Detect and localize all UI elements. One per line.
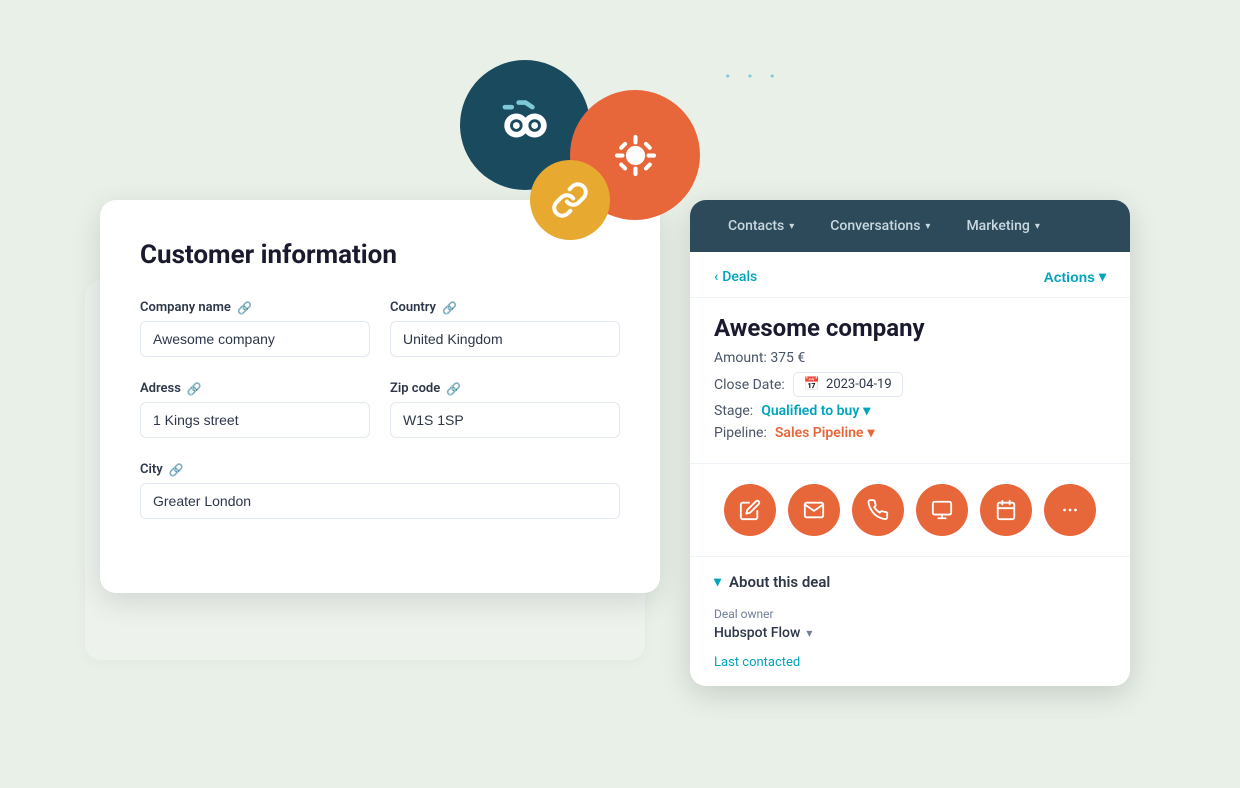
calendar-icon xyxy=(995,499,1017,521)
about-deal-section: ▾ About this deal Deal owner Hubspot Flo… xyxy=(690,557,1130,686)
more-button[interactable] xyxy=(1044,484,1096,536)
edit-button[interactable] xyxy=(724,484,776,536)
company-link-icon[interactable]: 🔗 xyxy=(237,301,252,315)
last-contacted[interactable]: Last contacted xyxy=(714,655,1106,670)
form-group-zip: Zip code 🔗 xyxy=(390,381,620,438)
hubspot-logo xyxy=(608,128,663,183)
stage-chevron: ▾ xyxy=(863,403,870,419)
form-group-address: Adress 🔗 xyxy=(140,381,370,438)
form-group-city: City 🔗 xyxy=(140,462,620,519)
actions-chevron: ▾ xyxy=(1099,268,1106,285)
country-label: Country 🔗 xyxy=(390,300,620,315)
email-icon xyxy=(803,499,825,521)
country-input[interactable] xyxy=(390,321,620,357)
zip-code-label: Zip code 🔗 xyxy=(390,381,620,396)
crm-body: ‹ Deals Actions ▾ Awesome company Amount… xyxy=(690,252,1130,686)
action-buttons-row xyxy=(690,464,1130,557)
deal-info: Awesome company Amount: 375 € Close Date… xyxy=(690,298,1130,464)
phone-button[interactable] xyxy=(852,484,904,536)
form-row-address-zip: Adress 🔗 Zip code 🔗 xyxy=(140,381,620,438)
form-group-company: Company name 🔗 xyxy=(140,300,370,357)
floating-icons: · · · xyxy=(440,60,780,280)
address-input[interactable] xyxy=(140,402,370,438)
form-row-city: City 🔗 xyxy=(140,462,620,519)
link-icon-circle xyxy=(530,160,610,240)
zip-link-icon[interactable]: 🔗 xyxy=(446,382,461,396)
pipeline-chevron: ▾ xyxy=(867,425,874,441)
phone-icon xyxy=(867,499,889,521)
date-input-field[interactable]: 📅 2023-04-19 xyxy=(793,372,903,397)
address-label: Adress 🔗 xyxy=(140,381,370,396)
city-input[interactable] xyxy=(140,483,620,519)
deal-close-date: Close Date: 📅 2023-04-19 xyxy=(714,372,1106,397)
edit-icon xyxy=(739,499,761,521)
conversations-chevron: ▾ xyxy=(925,221,930,232)
deal-amount: Amount: 375 € xyxy=(714,350,1106,366)
nav-marketing[interactable]: Marketing ▾ xyxy=(948,200,1057,252)
contacts-chevron: ▾ xyxy=(789,221,794,232)
link-icon xyxy=(551,181,589,219)
city-label: City 🔗 xyxy=(140,462,620,477)
marketing-chevron: ▾ xyxy=(1035,221,1040,232)
deal-pipeline: Pipeline: Sales Pipeline ▾ xyxy=(714,425,1106,441)
city-link-icon[interactable]: 🔗 xyxy=(169,463,184,477)
integration-icon xyxy=(498,98,553,153)
form-group-country: Country 🔗 xyxy=(390,300,620,357)
deal-title: Awesome company xyxy=(714,314,1106,342)
deal-stage: Stage: Qualified to buy ▾ xyxy=(714,403,1106,419)
address-link-icon[interactable]: 🔗 xyxy=(187,382,202,396)
company-name-input[interactable] xyxy=(140,321,370,357)
monitor-icon xyxy=(931,499,953,521)
country-link-icon[interactable]: 🔗 xyxy=(442,301,457,315)
form-row-company-country: Company name 🔗 Country 🔗 xyxy=(140,300,620,357)
deal-owner-dropdown[interactable]: Hubspot Flow ▾ xyxy=(714,625,1106,641)
nav-conversations[interactable]: Conversations ▾ xyxy=(812,200,948,252)
zip-code-input[interactable] xyxy=(390,402,620,438)
calendar-button[interactable] xyxy=(980,484,1032,536)
company-name-label: Company name 🔗 xyxy=(140,300,370,315)
actions-button[interactable]: Actions ▾ xyxy=(1044,268,1106,285)
dots-decoration: · · · xyxy=(724,60,780,93)
stage-dropdown[interactable]: Qualified to buy ▾ xyxy=(761,403,870,419)
about-deal-chevron: ▾ xyxy=(714,574,721,590)
pipeline-dropdown[interactable]: Sales Pipeline ▾ xyxy=(775,425,875,441)
about-deal-header[interactable]: ▾ About this deal xyxy=(714,573,1106,591)
screen-button[interactable] xyxy=(916,484,968,536)
more-icon xyxy=(1059,499,1081,521)
email-button[interactable] xyxy=(788,484,840,536)
owner-dropdown-arrow: ▾ xyxy=(806,626,812,640)
calendar-icon: 📅 xyxy=(804,377,820,392)
deal-owner-label: Deal owner xyxy=(714,607,1106,621)
